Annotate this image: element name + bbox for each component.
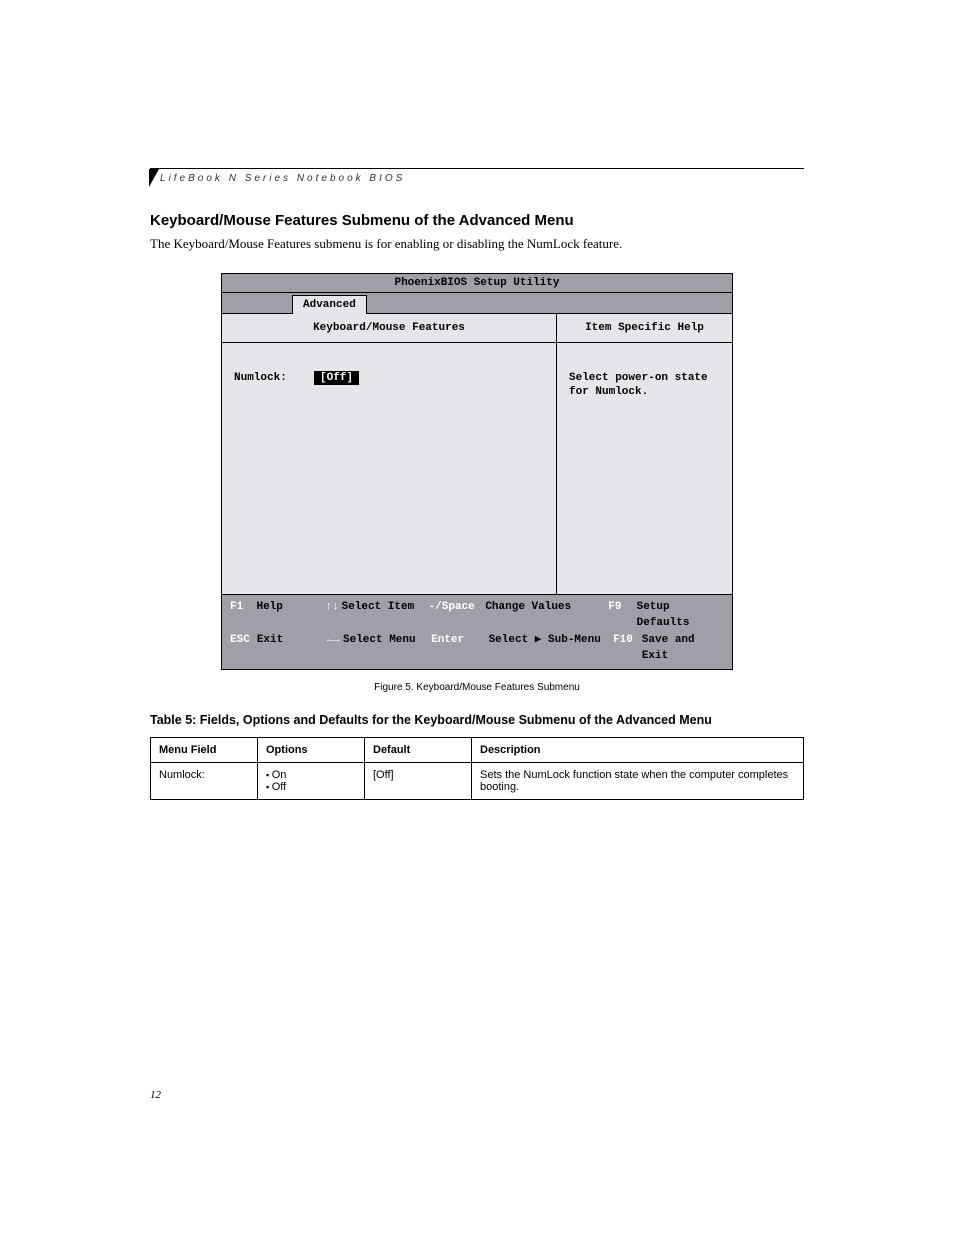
help-panel-heading: Item Specific Help	[557, 314, 732, 343]
table-row: Numlock: On Off [Off] Sets the NumLock f…	[151, 762, 804, 799]
header-mark-icon	[149, 169, 159, 187]
th-default: Default	[365, 737, 472, 762]
action-select-item: Select Item	[342, 599, 429, 632]
running-header-text: LifeBook N Series Notebook BIOS	[160, 173, 405, 184]
section-title: Keyboard/Mouse Features Submenu of the A…	[150, 212, 804, 229]
key-updown[interactable]: ↑↓	[323, 599, 342, 632]
help-line: Select power-on state	[569, 371, 720, 385]
option-on: On	[266, 769, 356, 781]
cell-description: Sets the NumLock function state when the…	[472, 762, 804, 799]
key-esc[interactable]: ESC	[230, 632, 257, 665]
help-line: for Numlock.	[569, 385, 720, 399]
th-menu-field: Menu Field	[151, 737, 258, 762]
section-intro: The Keyboard/Mouse Features submenu is f…	[150, 235, 804, 253]
key-enter[interactable]: Enter	[431, 632, 488, 665]
page-number: 12	[150, 1089, 161, 1101]
key-f9[interactable]: F9	[608, 599, 636, 632]
th-options: Options	[258, 737, 365, 762]
cell-menu-field: Numlock:	[151, 762, 258, 799]
bios-help-panel: Item Specific Help Select power-on state…	[557, 314, 732, 594]
bios-footer: F1 Help ↑↓ Select Item -/Space Change Va…	[222, 594, 732, 669]
footer-row-2: ESC Exit ←→ Select Menu Enter Select ▶ S…	[230, 632, 724, 665]
key-space[interactable]: -/Space	[429, 599, 486, 632]
left-panel-content: Numlock: [Off]	[222, 343, 556, 399]
action-exit: Exit	[257, 632, 324, 665]
action-help: Help	[256, 599, 322, 632]
table-caption: Table 5: Fields, Options and Defaults fo…	[150, 713, 804, 727]
table-header-row: Menu Field Options Default Description	[151, 737, 804, 762]
bios-body: Keyboard/Mouse Features Numlock: [Off] I…	[222, 314, 732, 594]
page: LifeBook N Series Notebook BIOS Keyboard…	[0, 0, 954, 1235]
numlock-row[interactable]: Numlock: [Off]	[234, 371, 544, 385]
running-header: LifeBook N Series Notebook BIOS	[150, 168, 804, 184]
bios-menu-row: Advanced	[222, 293, 732, 314]
options-table: Menu Field Options Default Description N…	[150, 737, 804, 800]
key-f10[interactable]: F10	[613, 632, 642, 665]
help-text: Select power-on state for Numlock.	[557, 343, 732, 400]
action-select-submenu: Select ▶ Sub-Menu	[489, 632, 614, 665]
tab-advanced[interactable]: Advanced	[292, 295, 367, 314]
left-panel-heading: Keyboard/Mouse Features	[222, 314, 556, 343]
option-off: Off	[266, 781, 356, 793]
action-setup-defaults: Setup Defaults	[637, 599, 724, 632]
numlock-label: Numlock:	[234, 372, 314, 384]
figure-caption: Figure 5. Keyboard/Mouse Features Submen…	[150, 682, 804, 693]
bios-window: PhoenixBIOS Setup Utility Advanced Keybo…	[221, 273, 733, 670]
key-leftright[interactable]: ←→	[324, 632, 343, 665]
action-select-menu: Select Menu	[343, 632, 431, 665]
bios-title-bar: PhoenixBIOS Setup Utility	[222, 274, 732, 293]
bios-left-panel: Keyboard/Mouse Features Numlock: [Off]	[222, 314, 557, 594]
numlock-value[interactable]: [Off]	[314, 371, 359, 385]
cell-default: [Off]	[365, 762, 472, 799]
footer-row-1: F1 Help ↑↓ Select Item -/Space Change Va…	[230, 599, 724, 632]
key-f1[interactable]: F1	[230, 599, 256, 632]
action-save-exit: Save and Exit	[642, 632, 724, 665]
th-description: Description	[472, 737, 804, 762]
cell-options: On Off	[258, 762, 365, 799]
action-change-values: Change Values	[485, 599, 608, 632]
